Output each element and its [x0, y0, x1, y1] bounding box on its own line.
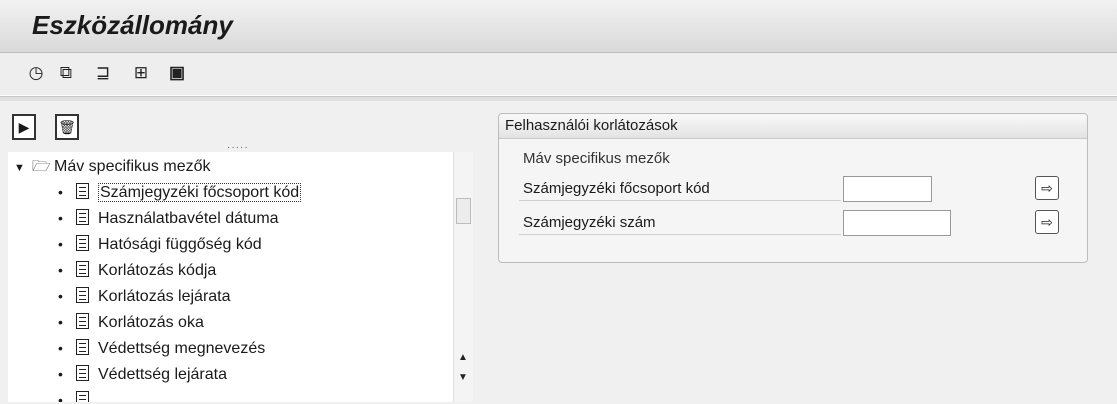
tree-item[interactable]: • Számjegyzéki főcsoport kód: [58, 180, 302, 204]
trash-icon: 🗑: [58, 119, 76, 135]
application-toolbar: ◷ ⧉ ⊒ ⊞ ▣: [0, 53, 1117, 95]
tree-item[interactable]: • Korlátozás lejárata: [58, 284, 231, 308]
scroll-down-icon[interactable]: ▼: [458, 372, 468, 383]
document-icon: [76, 209, 89, 225]
document-icon: [76, 391, 89, 402]
restrictions-panel: Felhasználói korlátozások Máv specifikus…: [498, 113, 1088, 263]
group-code-input[interactable]: [843, 176, 932, 202]
tree-item-label: Korlátozás lejárata: [98, 288, 231, 305]
tree-item-label: Hatósági függőség kód: [98, 236, 262, 253]
tree-item-partial[interactable]: •: [58, 388, 98, 402]
bullet-icon: •: [58, 288, 63, 304]
separator: [0, 96, 1117, 101]
multiple-selection-icon[interactable]: ⊞: [130, 62, 152, 84]
tree-item-label: Védettség megnevezés: [98, 340, 266, 357]
delete-button[interactable]: 🗑: [55, 114, 79, 140]
bullet-icon: •: [58, 262, 63, 278]
copy-icon[interactable]: ⧉: [55, 62, 77, 84]
tree-root-label: Máv specifikus mezők: [54, 158, 211, 175]
execute-clock-icon[interactable]: ◷: [25, 62, 47, 84]
tree-item[interactable]: • Korlátozás kódja: [58, 258, 216, 282]
field-label: Számjegyzéki szám: [519, 212, 841, 235]
bullet-icon: •: [58, 314, 63, 330]
tree-item[interactable]: • Hatósági függőség kód: [58, 232, 262, 256]
tree-item-label: Korlátozás oka: [98, 314, 204, 331]
field-tree: ▼ 🗁 Máv specifikus mezők • Számjegyzéki főc…: [8, 152, 453, 402]
tree-item[interactable]: • Használatbavétel dátuma: [58, 206, 279, 230]
tree-item-label: Védettség lejárata: [98, 366, 227, 383]
bullet-icon: •: [58, 184, 63, 200]
bullet-icon: •: [58, 392, 63, 402]
document-icon: [76, 339, 89, 355]
arrow-right-icon: ⇨: [1041, 180, 1053, 196]
title-bar: Eszközállomány: [0, 0, 1117, 53]
tree-scrollbar[interactable]: ▲ ▼: [453, 152, 473, 402]
tree-item-label: Korlátozás kódja: [98, 262, 217, 279]
columns-icon[interactable]: ⊒: [92, 62, 114, 84]
bullet-icon: •: [58, 366, 63, 382]
document-icon: [76, 313, 89, 329]
tree-item-label: Használatbavétel dátuma: [98, 210, 279, 227]
document-icon: [76, 365, 89, 381]
arrow-right-icon: ⇨: [1041, 214, 1053, 230]
multiple-selection-button[interactable]: ⇨: [1035, 176, 1059, 200]
panel-title: Felhasználói korlátozások: [499, 114, 1087, 139]
bullet-icon: •: [58, 210, 63, 226]
collapse-caret-icon[interactable]: ▼: [14, 157, 32, 179]
information-icon[interactable]: ▣: [166, 62, 188, 84]
page-title: Eszközállomány: [32, 10, 233, 40]
tree-item-label: Számjegyzéki főcsoport kód: [98, 183, 302, 202]
document-icon: [76, 287, 89, 303]
expand-button[interactable]: ▶: [12, 114, 36, 140]
multiple-selection-button[interactable]: ⇨: [1035, 210, 1059, 234]
document-icon: [76, 183, 89, 199]
tree-root-node[interactable]: ▼ 🗁 Máv specifikus mezők: [14, 156, 211, 178]
document-icon: [76, 261, 89, 277]
folder-open-icon: 🗁: [32, 158, 51, 175]
scrollbar-thumb[interactable]: [456, 198, 471, 224]
bullet-icon: •: [58, 340, 63, 356]
tree-item[interactable]: • Védettség megnevezés: [58, 336, 265, 360]
group-label: Máv specifikus mezők: [523, 150, 670, 167]
tree-item[interactable]: • Védettség lejárata: [58, 362, 227, 386]
scroll-up-icon[interactable]: ▲: [458, 352, 468, 363]
document-icon: [76, 235, 89, 251]
tree-item[interactable]: • Korlátozás oka: [58, 310, 204, 334]
bullet-icon: •: [58, 236, 63, 252]
register-number-input[interactable]: [843, 210, 951, 236]
field-label: Számjegyzéki főcsoport kód: [519, 178, 841, 201]
